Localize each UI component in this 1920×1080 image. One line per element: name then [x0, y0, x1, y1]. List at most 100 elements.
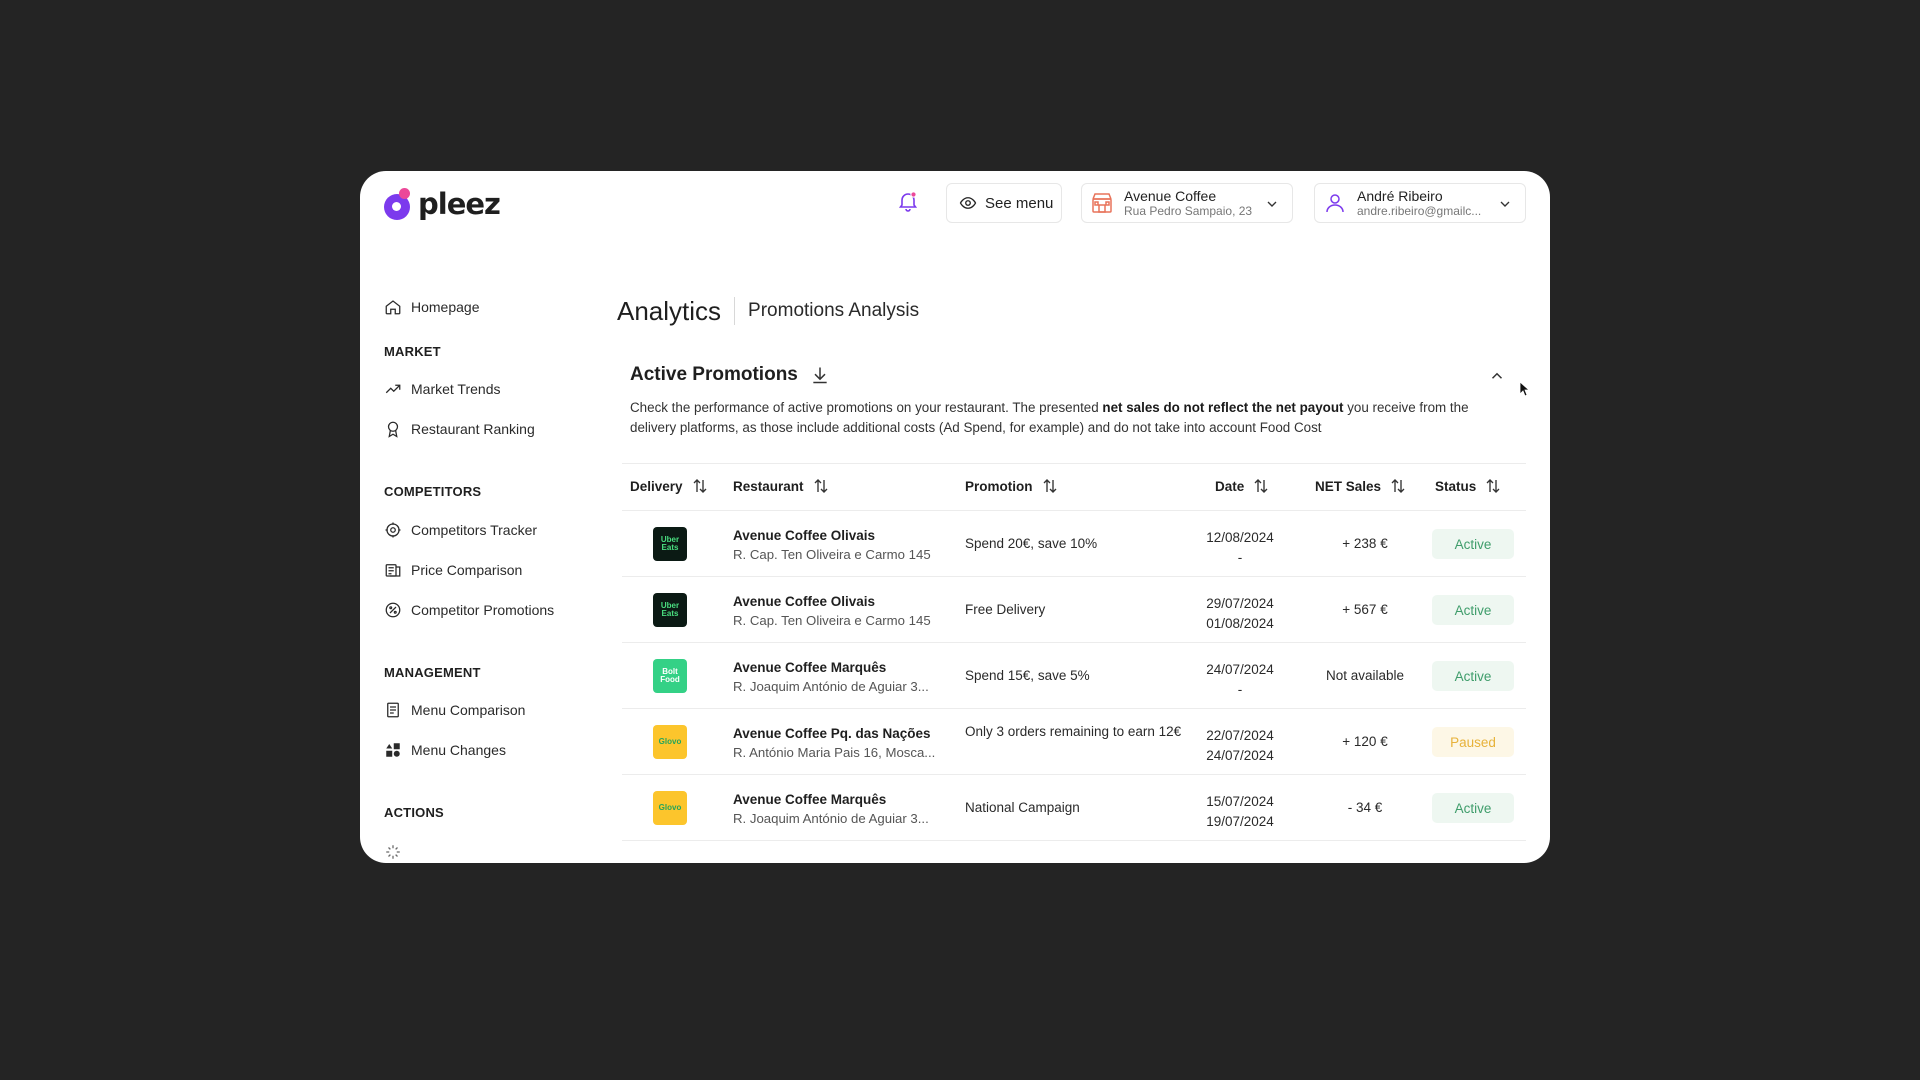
restaurant-address: R. Cap. Ten Oliveira e Carmo 145 [733, 613, 931, 628]
restaurant-name: Avenue Coffee Marquês [733, 792, 887, 807]
store-name: Avenue Coffee [1124, 188, 1217, 204]
sidebar-item-actions-partial[interactable] [384, 840, 402, 863]
eye-icon [959, 197, 977, 209]
home-icon [385, 300, 401, 315]
status-badge: Paused [1432, 727, 1514, 757]
title-divider [734, 297, 736, 325]
promotion-text: Spend 15€, save 5% [965, 668, 1090, 683]
page-subtitle: Promotions Analysis [748, 300, 920, 321]
user-name: André Ribeiro [1357, 188, 1443, 204]
download-icon[interactable] [810, 365, 830, 385]
sidebar-item-competitor-promotions[interactable]: Competitor Promotions [384, 598, 554, 622]
bolt-food-logo-icon: Bolt Food [653, 659, 687, 693]
sidebar-section-competitors: COMPETITORS [384, 484, 482, 499]
date-start: 15/07/2024 [1206, 794, 1274, 809]
date-end: - [1237, 682, 1243, 697]
glovo-logo-icon: Glovo [653, 791, 687, 825]
trend-up-icon [385, 384, 401, 394]
percent-badge-icon [385, 602, 401, 618]
chevron-down-icon [1267, 201, 1277, 207]
target-icon [385, 522, 401, 538]
section-title: Active Promotions [630, 364, 798, 385]
see-menu-button[interactable]: See menu [946, 183, 1062, 223]
restaurant-address: R. Joaquim António de Aguiar 3... [733, 679, 929, 694]
sidebar-section-market: MARKET [384, 344, 441, 359]
column-label: Status [1435, 478, 1477, 494]
store-address: Rua Pedro Sampaio, 23 [1124, 204, 1253, 218]
mouse-cursor-icon [1519, 381, 1531, 397]
chevron-up-icon[interactable] [1488, 367, 1506, 385]
net-sales-value: + 238 € [1342, 536, 1388, 551]
sidebar-item-menu-comparison[interactable]: Menu Comparison [384, 698, 525, 722]
brand-logo[interactable]: pleez [384, 187, 501, 221]
restaurant-name: Avenue Coffee Olivais [733, 528, 876, 543]
net-sales-value: - 34 € [1347, 800, 1383, 815]
column-label: Promotion [965, 478, 1033, 494]
date-end: 01/08/2024 [1206, 616, 1274, 631]
user-icon [1326, 194, 1344, 213]
column-label: Date [1215, 478, 1245, 494]
store-icon [1092, 193, 1112, 213]
status-badge: Active [1432, 595, 1514, 625]
sidebar-item-menu-changes[interactable]: Menu Changes [384, 738, 506, 762]
sidebar-item-homepage[interactable]: Homepage [384, 295, 480, 319]
user-menu[interactable]: André Ribeiro andre.ribeiro@gmailc... [1314, 183, 1526, 223]
restaurant-address: R. António Maria Pais 16, Mosca... [733, 745, 936, 760]
restaurant-name: Avenue Coffee Marquês [733, 660, 887, 675]
sort-icon [1391, 479, 1405, 493]
date-start: 22/07/2024 [1206, 728, 1274, 743]
section-header: Active Promotions [630, 364, 830, 386]
logo-mark-icon [384, 188, 414, 220]
description-text: Check the performance of active promotio… [630, 400, 1103, 415]
column-header-promotion[interactable]: Promotion [965, 477, 1059, 495]
column-header-status[interactable]: Status [1435, 477, 1502, 495]
see-menu-label: See menu [985, 194, 1054, 212]
section-description: Check the performance of active promotio… [630, 398, 1500, 438]
restaurant-name: Avenue Coffee Olivais [733, 594, 876, 609]
sidebar-item-restaurant-ranking[interactable]: Restaurant Ranking [384, 417, 535, 441]
column-header-restaurant[interactable]: Restaurant [733, 477, 830, 495]
date-end: - [1237, 550, 1243, 565]
glovo-logo-icon: Glovo [653, 725, 687, 759]
sidebar-item-price-comparison[interactable]: Price Comparison [384, 558, 522, 582]
uber-eats-logo-icon: Uber Eats [653, 527, 687, 561]
sidebar-item-label: Competitors Tracker [411, 522, 538, 538]
sidebar-item-label: Price Comparison [411, 562, 523, 578]
column-header-delivery[interactable]: Delivery [630, 477, 709, 495]
sort-icon [693, 479, 707, 493]
sidebar-section-management: MANAGEMENT [384, 665, 481, 680]
sidebar-item-label: Competitor Promotions [411, 602, 555, 618]
date-end: 19/07/2024 [1206, 814, 1274, 829]
net-sales-value: + 567 € [1342, 602, 1388, 617]
document-icon [387, 702, 399, 718]
sidebar-item-competitors-tracker[interactable]: Competitors Tracker [384, 518, 537, 542]
sidebar-item-label: Homepage [411, 299, 480, 315]
column-header-date[interactable]: Date [1215, 477, 1270, 495]
date-start: 29/07/2024 [1206, 596, 1274, 611]
promotion-text: Only 3 orders remaining to earn 12€ [965, 724, 1182, 739]
column-label: Delivery [630, 478, 683, 494]
bell-icon[interactable] [896, 189, 920, 213]
shapes-icon [386, 743, 400, 757]
sparkle-icon [386, 845, 400, 859]
sidebar-item-market-trends[interactable]: Market Trends [384, 377, 500, 401]
date-start: 24/07/2024 [1206, 662, 1274, 677]
store-selector[interactable]: Avenue Coffee Rua Pedro Sampaio, 23 [1081, 183, 1293, 223]
sort-icon [1486, 479, 1500, 493]
status-badge: Active [1432, 793, 1514, 823]
net-sales-value: Not available [1325, 668, 1405, 683]
table-divider [622, 463, 1526, 464]
page-title: Analytics [617, 295, 722, 326]
net-sales-value: + 120 € [1342, 734, 1388, 749]
column-label: NET Sales [1315, 478, 1382, 494]
promotion-text: Free Delivery [965, 602, 1046, 617]
page-header: Analytics Promotions Analysis [617, 295, 919, 327]
sort-icon [1254, 479, 1268, 493]
sort-icon [814, 479, 828, 493]
date-end: 24/07/2024 [1206, 748, 1274, 763]
column-header-net-sales[interactable]: NET Sales [1315, 477, 1407, 495]
sidebar-item-label: Menu Changes [411, 742, 506, 758]
price-list-icon [385, 564, 401, 577]
promotion-text: National Campaign [965, 800, 1080, 815]
user-email: andre.ribeiro@gmailc... [1357, 204, 1482, 218]
